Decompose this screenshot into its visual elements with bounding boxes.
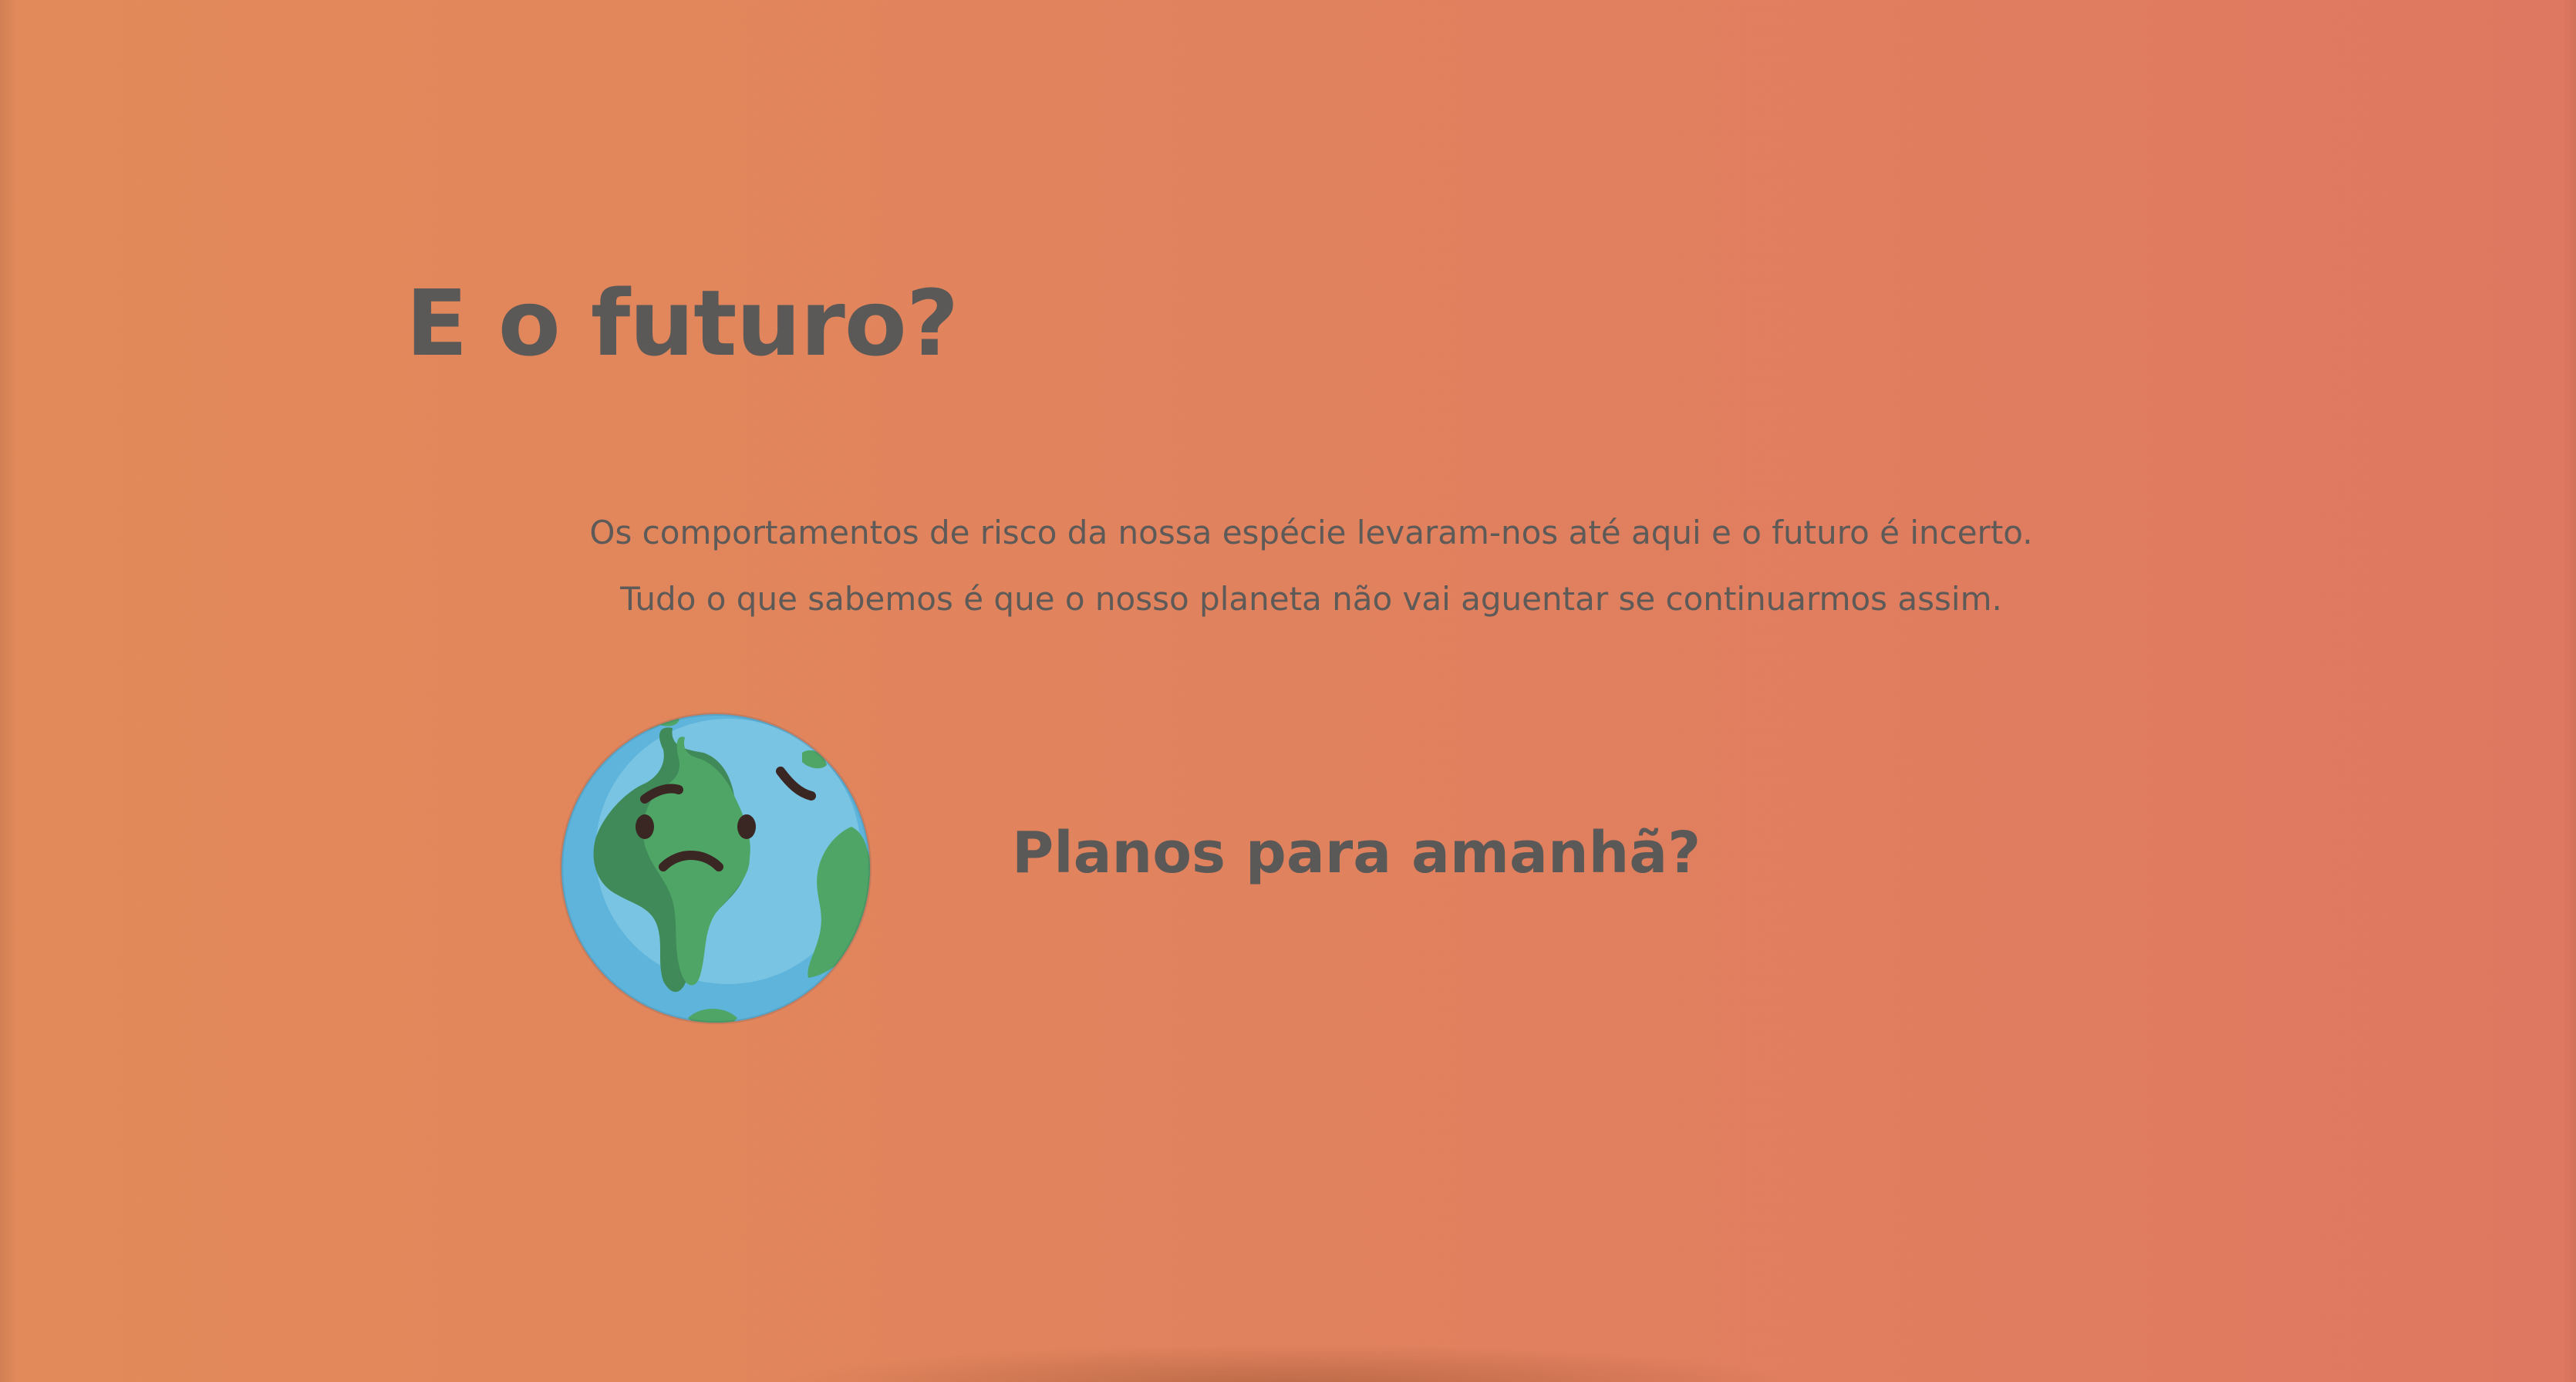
sad-earth-icon [560, 713, 872, 1024]
page: E o futuro? Os comportamentos de risco d… [0, 0, 2576, 1382]
section-title: E o futuro? [406, 270, 959, 376]
bottom-shadow [771, 1343, 1805, 1382]
right-edge-shadow [2562, 0, 2576, 1382]
intro-line-1: Os comportamentos de risco da nossa espé… [589, 514, 2033, 551]
intro-text: Os comportamentos de risco da nossa espé… [0, 500, 2576, 632]
plans-subtitle: Planos para amanhã? [1012, 820, 1701, 886]
intro-line-2: Tudo o que sabemos é que o nosso planeta… [620, 580, 2002, 618]
left-edge-shadow [0, 0, 17, 1382]
